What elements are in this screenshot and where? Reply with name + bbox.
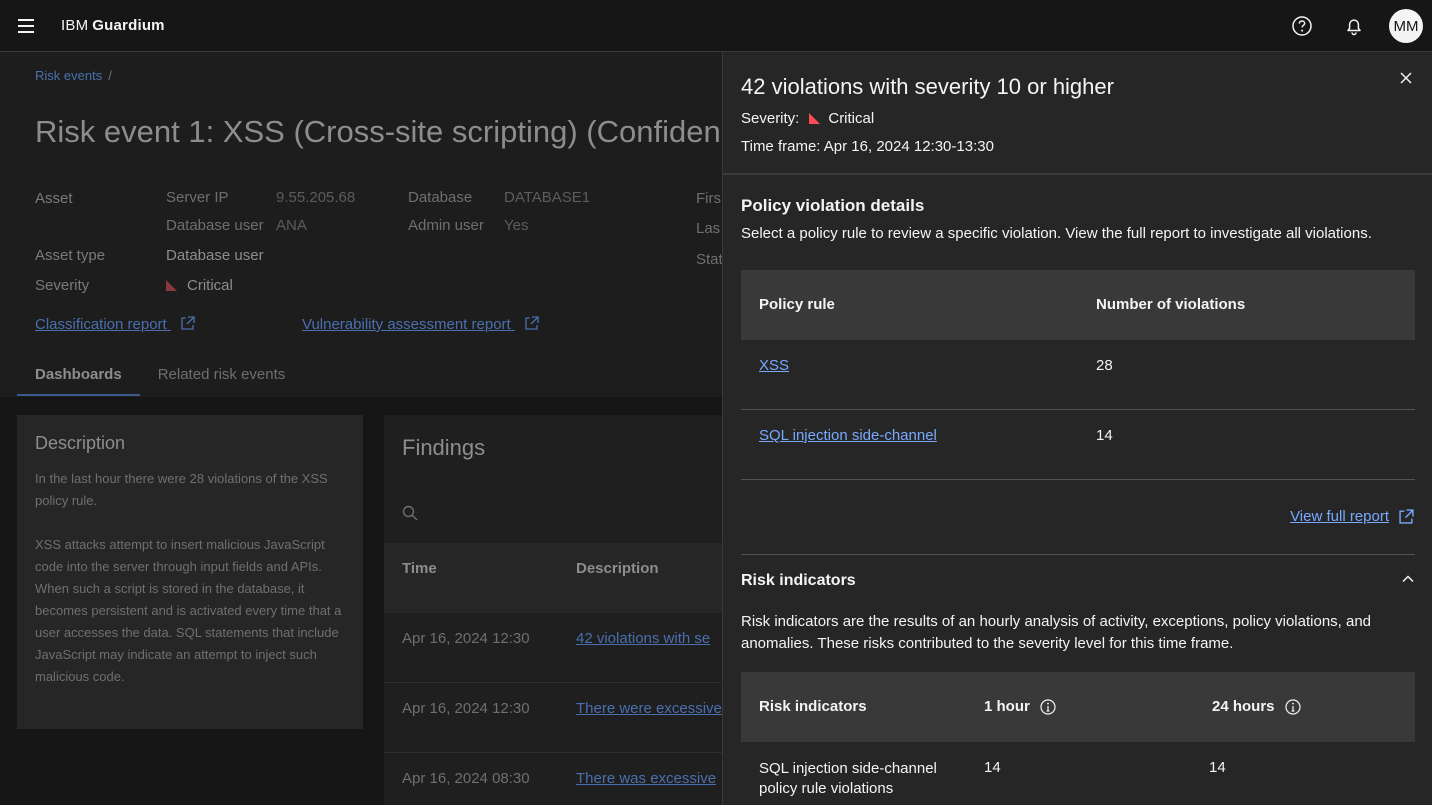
server-ip-value: 9.55.205.68 (276, 189, 356, 206)
chevron-up-icon[interactable] (1402, 572, 1414, 590)
help-icon[interactable] (1276, 0, 1328, 52)
finding-link[interactable]: There were excessive (576, 700, 722, 717)
finding-time: Apr 16, 2024 12:30 (402, 630, 530, 647)
policy-rule-link[interactable]: SQL injection side-channel (759, 427, 937, 444)
critical-severity-icon (166, 280, 177, 291)
finding-time: Apr 16, 2024 08:30 (402, 770, 530, 787)
policy-rule-link[interactable]: XSS (759, 357, 789, 374)
violation-count: 14 (1096, 427, 1113, 444)
launch-icon (525, 316, 539, 330)
table-row: Apr 16, 2024 08:30 There was excessive (384, 753, 724, 805)
risk-indicators-title[interactable]: Risk indicators (741, 572, 856, 590)
launch-icon (181, 316, 195, 330)
risk-24-hours-value: 14 (1209, 759, 1226, 776)
panel-severity: Severity: Critical (741, 110, 875, 127)
asset-type-label: Asset type (35, 247, 106, 264)
finding-time: Apr 16, 2024 12:30 (402, 700, 530, 717)
status-label: Stat (696, 251, 723, 268)
policy-violation-text: Select a policy rule to review a specifi… (741, 225, 1372, 242)
table-row: SQL injection side-channel 14 (741, 410, 1415, 480)
search-icon[interactable] (402, 505, 418, 526)
violation-details-panel: 42 violations with severity 10 or higher… (722, 52, 1432, 805)
policy-table-header: Policy rule Number of violations (741, 270, 1415, 340)
launch-icon (1399, 509, 1414, 524)
description-card: Description In the last hour there were … (17, 415, 363, 729)
close-icon[interactable] (1396, 68, 1416, 88)
admin-user-value: Yes (504, 217, 529, 234)
information-icon[interactable] (1040, 698, 1056, 715)
divider (723, 173, 1432, 175)
database-label: Database (408, 189, 473, 206)
critical-severity-icon (809, 113, 821, 124)
severity-label: Severity (35, 277, 90, 294)
database-user-label: Database user (166, 217, 264, 234)
column-header-1-hour[interactable]: 1 hour (984, 698, 1056, 715)
panel-title: 42 violations with severity 10 or higher (741, 74, 1114, 99)
risk-indicator-name: SQL injection side-channel policy rule v… (759, 760, 937, 797)
column-header-policy-rule[interactable]: Policy rule (759, 296, 835, 313)
tab-dashboards[interactable]: Dashboards (17, 360, 140, 396)
column-header-number-of-violations[interactable]: Number of violations (1096, 296, 1245, 313)
severity-value: Critical (166, 277, 233, 294)
asset-type-value: Database user (166, 247, 264, 264)
top-header: IBM Guardium MM (0, 0, 1432, 52)
findings-title: Findings (402, 435, 486, 460)
description-paragraph: In the last hour there were 28 violation… (35, 471, 328, 508)
findings-card: Findings Time Description Apr 16, 2024 1… (384, 415, 724, 805)
risk-1-hour-value: 14 (984, 759, 1001, 776)
menu-icon[interactable] (0, 0, 52, 52)
admin-user-label: Admin user (408, 217, 484, 234)
description-paragraph: XSS attacks attempt to insert malicious … (35, 537, 342, 684)
view-full-report-link[interactable]: View full report (1290, 508, 1414, 525)
page-title: Risk event 1: XSS (Cross-site scripting)… (35, 114, 754, 149)
table-row: Apr 16, 2024 12:30 42 violations with se (384, 613, 724, 683)
risk-table-header: Risk indicators 1 hour 24 hours (741, 672, 1415, 742)
violation-count: 28 (1096, 357, 1113, 374)
table-row: Apr 16, 2024 12:30 There were excessive (384, 683, 724, 753)
tab-list: Dashboards Related risk events (17, 360, 303, 398)
panel-time-frame: Time frame: Apr 16, 2024 12:30-13:30 (741, 138, 994, 155)
finding-link[interactable]: 42 violations with se (576, 630, 710, 647)
breadcrumb[interactable]: Risk events / (35, 68, 112, 83)
user-avatar[interactable]: MM (1389, 9, 1423, 43)
divider (741, 554, 1415, 555)
vulnerability-report-link[interactable]: Vulnerability assessment report (302, 316, 539, 333)
tab-related-risk-events[interactable]: Related risk events (140, 360, 304, 396)
last-seen-label: Las (696, 220, 721, 237)
column-header-24-hours[interactable]: 24 hours (1212, 698, 1301, 715)
asset-label: Asset (35, 190, 73, 207)
first-seen-label: Firs (696, 190, 721, 207)
notification-bell-icon[interactable] (1328, 0, 1380, 52)
table-row: SQL injection side-channel policy rule v… (741, 742, 1415, 805)
table-row: XSS 28 (741, 340, 1415, 410)
column-header-time[interactable]: Time (402, 560, 437, 577)
column-header-risk-indicators[interactable]: Risk indicators (759, 698, 867, 715)
classification-report-link[interactable]: Classification report (35, 316, 195, 333)
description-title: Description (35, 433, 126, 453)
risk-indicators-text: Risk indicators are the results of an ho… (741, 613, 1372, 652)
findings-table-header: Time Description (384, 543, 724, 613)
column-header-description[interactable]: Description (576, 560, 659, 577)
database-value: DATABASE1 (504, 189, 591, 206)
finding-link[interactable]: There was excessive (576, 770, 716, 787)
product-name[interactable]: IBM Guardium (61, 17, 165, 34)
server-ip-label: Server IP (166, 189, 229, 206)
policy-violation-title: Policy violation details (741, 196, 925, 215)
information-icon[interactable] (1284, 698, 1301, 715)
database-user-value: ANA (276, 217, 307, 234)
